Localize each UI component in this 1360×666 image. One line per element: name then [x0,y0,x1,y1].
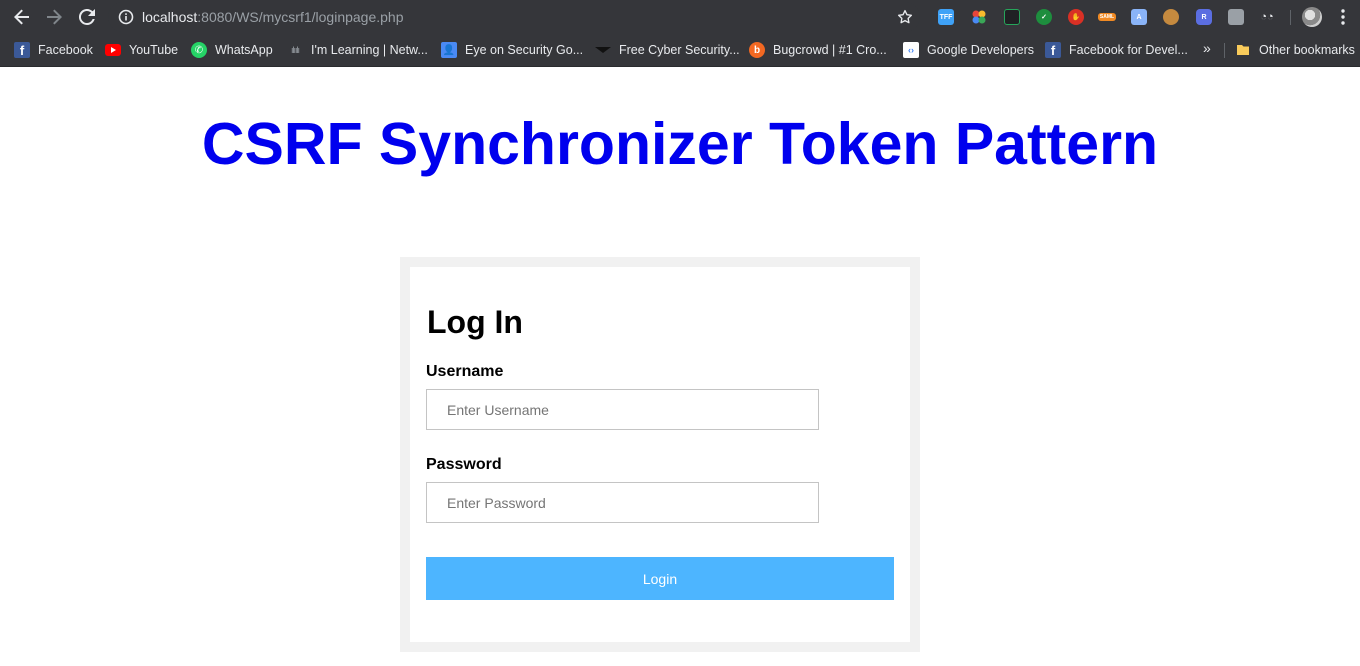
facebook-icon: f [14,42,30,58]
bookmark-label: Bugcrowd | #1 Cro... [773,43,887,57]
spy-extension-icon[interactable]: ◔◔ [1259,9,1275,25]
bookmark-label: Facebook for Devel... [1069,43,1188,57]
kebab-menu-icon[interactable] [1336,8,1350,26]
whatsapp-icon: ✆ [191,42,207,58]
bookmark-label: Facebook [38,43,93,57]
bookmark-bugcrowd[interactable]: b Bugcrowd | #1 Cro... [749,41,887,59]
bugcrowd-icon: b [749,42,765,58]
address-bar[interactable]: localhost:8080/WS/mycsrf1/loginpage.php [108,2,920,32]
bookmark-label: Other bookmarks [1259,43,1355,57]
password-input[interactable] [426,482,819,523]
bookmark-youtube[interactable]: YouTube [105,41,178,59]
bookmarks-bar: f Facebook YouTube ✆ WhatsApp ılıılı I'm… [0,34,1360,67]
login-button[interactable]: Login [426,557,894,600]
bookmark-google-developers[interactable]: ‹› Google Developers [903,41,1034,59]
reload-button[interactable] [75,5,99,29]
bookmark-facebook-developers[interactable]: f Facebook for Devel... [1045,41,1188,59]
password-label: Password [426,456,502,473]
bookmark-label: Free Cyber Security... [619,43,740,57]
bookmark-eye-on-security[interactable]: 👤 Eye on Security Go... [441,41,583,59]
multicolor-extension-icon[interactable] [971,9,987,25]
stop-hand-extension-icon[interactable]: ✋ [1068,9,1084,25]
url-host: localhost [142,9,198,25]
facebook-icon: f [1045,42,1061,58]
tff-extension-icon[interactable]: TFF [938,9,954,25]
forward-button[interactable] [42,5,66,29]
url-text[interactable]: localhost:8080/WS/mycsrf1/loginpage.php [142,9,404,25]
sambl-extension-icon[interactable]: SAML [1098,13,1116,21]
username-label: Username [426,363,504,380]
bookmarks-overflow-button[interactable]: » [1203,40,1211,56]
printer-extension-icon[interactable] [1228,9,1244,25]
bookmark-label: I'm Learning | Netw... [311,43,428,57]
chart-extension-icon[interactable] [1004,9,1020,25]
r-extension-icon[interactable]: R [1196,9,1212,25]
person-icon: 👤 [441,42,457,58]
url-path: :8080/WS/mycsrf1/loginpage.php [197,9,404,25]
arrow-right-icon [47,9,62,25]
arrow-left-icon [14,9,29,25]
flower-icon [972,10,986,24]
username-input[interactable] [426,389,819,430]
bookmark-other-bookmarks[interactable]: Other bookmarks [1235,41,1355,59]
bookmark-label: YouTube [129,43,179,57]
bookmarks-divider [1224,43,1225,58]
browser-toolbar: localhost:8080/WS/mycsrf1/loginpage.php … [0,0,1360,34]
cookie-extension-icon[interactable] [1163,9,1179,25]
bookmark-facebook[interactable]: f Facebook [14,41,93,59]
youtube-icon [105,42,121,58]
chevron-logo-icon [595,42,611,58]
bookmark-whatsapp[interactable]: ✆ WhatsApp [191,41,273,59]
check-extension-icon[interactable]: ✓ [1036,9,1052,25]
profile-avatar[interactable] [1302,7,1322,27]
person-extension-icon[interactable]: A [1131,9,1147,25]
back-button[interactable] [10,5,34,29]
login-heading: Log In [427,304,523,340]
page-title: CSRF Synchronizer Token Pattern [201,111,1159,177]
bookmark-netacad[interactable]: ılıılı I'm Learning | Netw... [287,41,428,59]
info-icon[interactable] [118,9,134,25]
bookmark-free-cyber-security[interactable]: Free Cyber Security... [595,41,740,59]
bookmark-star-icon[interactable] [896,8,914,26]
bookmark-label: Eye on Security Go... [465,43,584,57]
google-developers-icon: ‹› [903,42,919,58]
bookmark-label: WhatsApp [215,43,273,57]
bookmark-label: Google Developers [927,43,1035,57]
cisco-icon: ılıılı [290,45,300,55]
toolbar-divider [1290,10,1291,25]
folder-icon [1235,42,1251,58]
reload-icon [79,9,95,25]
